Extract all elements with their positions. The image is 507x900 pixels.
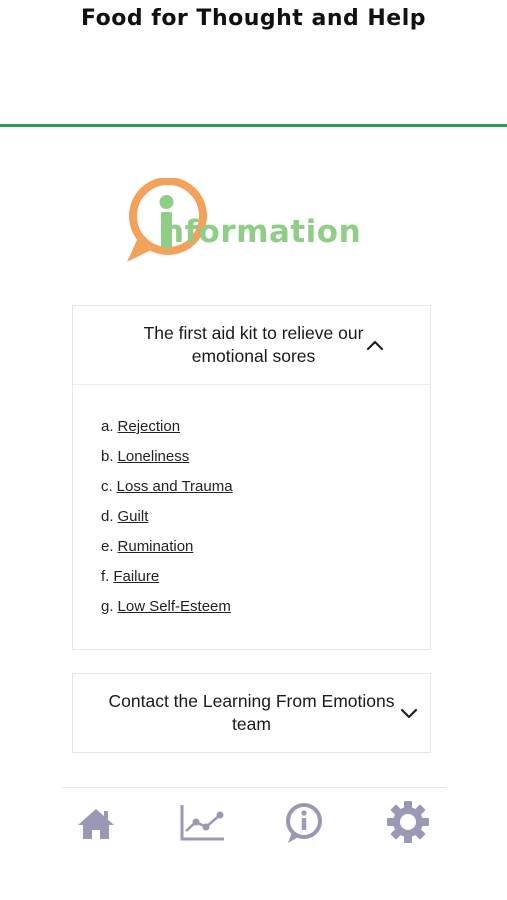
list-item: f. Failure xyxy=(101,568,233,598)
list-item: d. Guilt xyxy=(101,508,233,538)
list-item-marker: e. xyxy=(101,538,114,555)
topic-list: a. Rejection b. Loneliness c. Loss and Trau… xyxy=(101,418,233,628)
link-low-self-esteem[interactable]: Low Self-Esteem xyxy=(118,598,231,615)
link-loneliness[interactable]: Loneliness xyxy=(118,448,190,465)
list-item-marker: a. xyxy=(101,418,114,435)
list-item: b. Loneliness xyxy=(101,448,233,478)
link-rumination[interactable]: Rumination xyxy=(118,538,194,555)
list-item-marker: g. xyxy=(101,598,114,615)
bottom-tab-bar xyxy=(0,795,507,855)
link-loss-and-trauma[interactable]: Loss and Trauma xyxy=(117,478,233,495)
list-item: a. Rejection xyxy=(101,418,233,448)
list-item: g. Low Self-Esteem xyxy=(101,598,233,628)
tab-information[interactable] xyxy=(276,795,332,851)
list-item-marker: c. xyxy=(101,478,113,495)
list-item: e. Rumination xyxy=(101,538,233,568)
page-title: Food for Thought and Help xyxy=(80,6,427,31)
tab-bar-divider xyxy=(62,787,446,788)
list-item-marker: f. xyxy=(101,568,110,585)
first-aid-kit-panel: The first aid kit to relieve our emotion… xyxy=(72,305,431,650)
tab-home[interactable] xyxy=(68,795,124,851)
chart-icon xyxy=(180,805,224,841)
first-aid-kit-header[interactable]: The first aid kit to relieve our emotion… xyxy=(73,306,430,385)
chevron-down-icon xyxy=(400,708,418,719)
link-rejection[interactable]: Rejection xyxy=(118,418,181,435)
list-item-marker: d. xyxy=(101,508,114,525)
tab-progress[interactable] xyxy=(174,795,230,851)
list-item-marker: b. xyxy=(101,448,114,465)
logo-text: nformation xyxy=(162,214,362,250)
link-guilt[interactable]: Guilt xyxy=(118,508,149,525)
contact-panel: Contact the Learning From Emotions team xyxy=(72,673,431,753)
contact-header[interactable]: Contact the Learning From Emotions team xyxy=(73,674,430,752)
home-icon xyxy=(78,809,114,839)
info-icon xyxy=(286,803,322,843)
first-aid-kit-title: The first aid kit to relieve our emotion… xyxy=(143,323,364,366)
tab-settings[interactable] xyxy=(380,795,436,851)
gear-icon xyxy=(387,801,429,843)
chevron-up-icon xyxy=(366,340,384,351)
header-divider xyxy=(0,124,507,127)
list-item: c. Loss and Trauma xyxy=(101,478,233,508)
contact-title: Contact the Learning From Emotions team xyxy=(108,691,395,734)
link-failure[interactable]: Failure xyxy=(113,568,159,585)
